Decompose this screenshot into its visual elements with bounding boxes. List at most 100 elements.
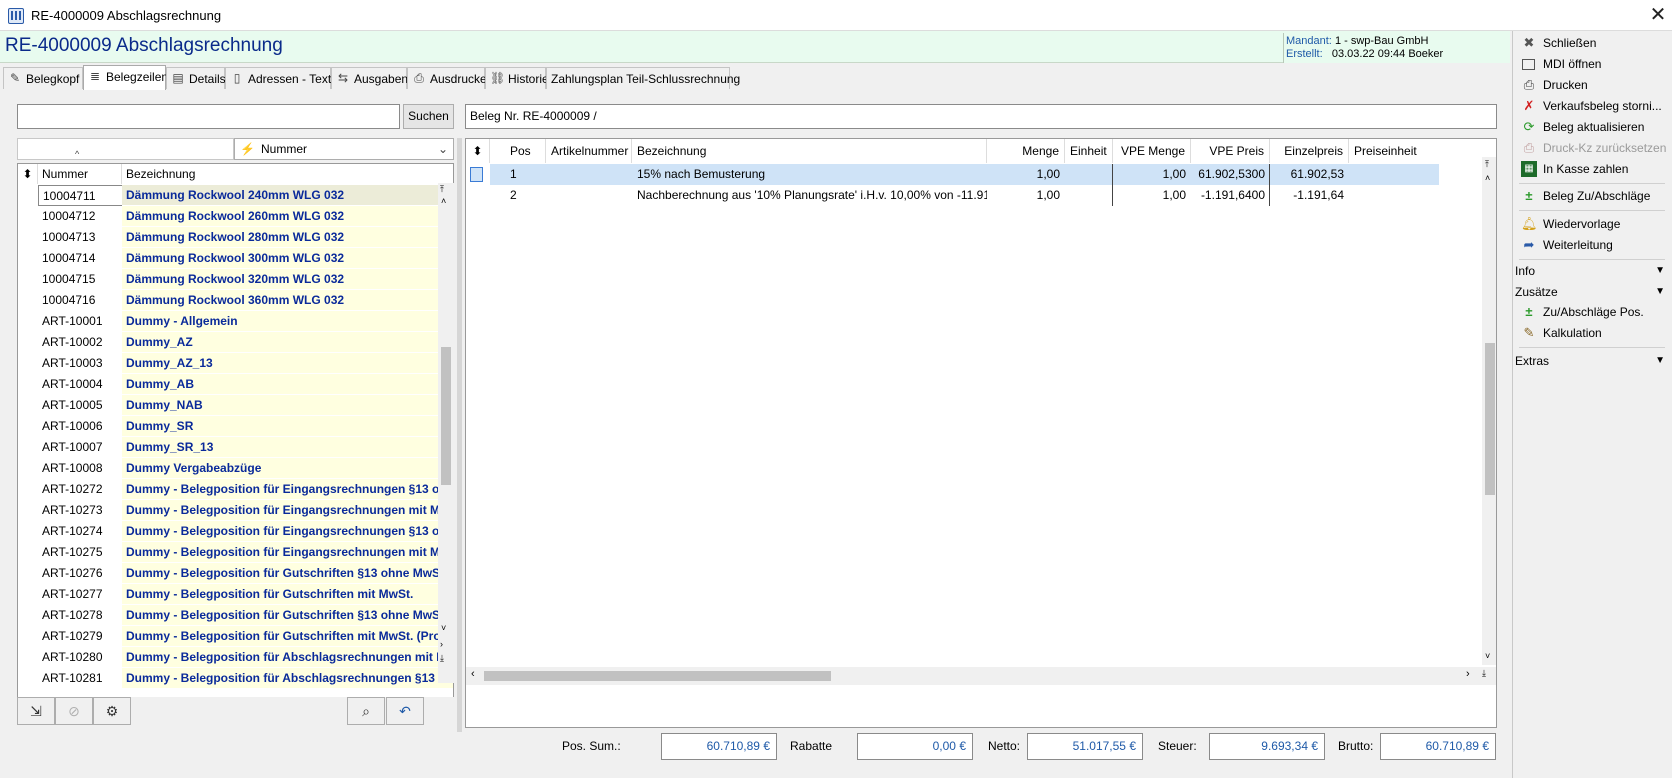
list-item[interactable]: 10004714 Dämmung Rockwool 300mm WLG 032 (18, 248, 453, 269)
mdi-open-button[interactable]: MDI öffnen (1521, 54, 1601, 74)
print-button[interactable]: ⎙ Drucken (1521, 75, 1588, 95)
tab-adressen-texte[interactable]: ▯ Adressen - Texte (225, 67, 338, 89)
article-description: Dummy_SR (122, 416, 453, 437)
list-item[interactable]: ART-10001 Dummy - Allgemein (18, 311, 453, 332)
scroll-up-icon[interactable]: ˄ (1485, 173, 1490, 183)
section-extras[interactable]: Extras ▼ (1515, 351, 1665, 371)
scroll-up-icon[interactable]: ˄ (441, 196, 446, 206)
list-item[interactable]: ART-10277 Dummy - Belegposition für Gutsc… (18, 584, 453, 605)
list-item[interactable]: ART-10275 Dummy - Belegposition für Einga… (18, 542, 453, 563)
list-item[interactable]: ART-10280 Dummy - Belegposition für Absch… (18, 647, 453, 668)
cell-vpe-menge: 1,00 (1162, 188, 1186, 202)
sidebar-item-label: Weiterleitung (1543, 238, 1613, 252)
scroll-bottom-icon[interactable]: ⤓ (440, 653, 444, 664)
tab-details[interactable]: ▤ Details (166, 67, 226, 89)
list-item[interactable]: 10004715 Dämmung Rockwool 320mm WLG 032 (18, 269, 453, 290)
list-item[interactable]: ART-10273 Dummy - Belegposition für Einga… (18, 500, 453, 521)
column-header-einzelpreis[interactable]: Einzelpreis (1270, 139, 1349, 163)
scroll-right-icon[interactable]: › (440, 639, 443, 649)
cancel-sale-button[interactable]: ✗ Verkaufsbeleg storni... (1521, 96, 1662, 116)
pane-splitter[interactable] (457, 138, 462, 732)
tab-belegkopf[interactable]: ✎ Belegkopf (3, 67, 83, 89)
forwarding-button[interactable]: ➦ Weiterleitung (1521, 235, 1613, 255)
resubmission-button[interactable]: 🔔︎ Wiedervorlage (1521, 214, 1620, 234)
positions-vertical-scrollbar[interactable]: ⤒ ˄ ˅ (1482, 157, 1496, 665)
column-header-vpe-menge[interactable]: VPE Menge (1113, 139, 1191, 163)
scroll-bottom-icon[interactable]: ⤓ (1482, 668, 1486, 679)
list-item[interactable]: ART-10008 Dummy Vergabeabzüge (18, 458, 453, 479)
column-header-preiseinheit[interactable]: Preiseinheit (1349, 139, 1439, 163)
sidebar-item-label: Drucken (1543, 78, 1588, 92)
search-button[interactable]: Suchen (403, 104, 454, 129)
list-item[interactable]: ART-10002 Dummy_AZ (18, 332, 453, 353)
reset-print-flag-button[interactable]: ⎙ Druck-Kz zurücksetzen (1521, 138, 1667, 158)
column-header-menge[interactable]: Menge (987, 139, 1065, 163)
article-description: Dummy_SR_13 (122, 437, 453, 458)
cell-menge: 1,00 (1036, 188, 1060, 202)
refresh-document-button[interactable]: ⟳ Beleg aktualisieren (1521, 117, 1645, 137)
column-header-pos[interactable]: Pos (505, 139, 546, 163)
row-selector[interactable] (466, 164, 490, 185)
list-item[interactable]: ART-10274 Dummy - Belegposition für Einga… (18, 521, 453, 542)
document-surcharges-button[interactable]: ± Beleg Zu/Abschläge (1521, 186, 1650, 206)
list-item[interactable]: ART-10006 Dummy_SR (18, 416, 453, 437)
section-info[interactable]: Info ▼ (1515, 261, 1665, 281)
scroll-thumb[interactable] (441, 347, 451, 485)
tab-zahlungsplan[interactable]: Zahlungsplan Teil-Schlussrechnung (546, 67, 740, 89)
list-item[interactable]: ART-10276 Dummy - Belegposition für Gutsc… (18, 563, 453, 584)
row-height-handle-icon[interactable]: ⬍ (18, 164, 38, 184)
close-action-button[interactable]: ✖ Schließen (1521, 33, 1597, 53)
tab-ausdrucke[interactable]: ⎙ Ausdrucke (407, 67, 487, 89)
magnifier-icon[interactable]: ⌕ (347, 697, 385, 725)
tab-ausgaben[interactable]: ⇆ Ausgaben (331, 67, 408, 89)
list-item[interactable]: 10004713 Dämmung Rockwool 280mm WLG 032 (18, 227, 453, 248)
search-input[interactable] (17, 104, 400, 129)
scroll-thumb[interactable] (484, 671, 831, 681)
column-header-vpe-preis[interactable]: VPE Preis (1191, 139, 1270, 163)
list-item[interactable]: ART-10003 Dummy_AZ_13 (18, 353, 453, 374)
tab-historie[interactable]: ⛓ Historie (485, 67, 549, 89)
window-close-button[interactable]: ✕ (1646, 3, 1670, 27)
article-description: Dummy Vergabeabzüge (122, 458, 453, 479)
sidebar-item-label: Schließen (1543, 36, 1597, 50)
positions-horizontal-scrollbar[interactable]: ‹ › ⤓ (466, 667, 1496, 685)
position-surcharges-button[interactable]: ± Zu/Abschläge Pos. (1521, 302, 1643, 322)
attach-icon[interactable]: ⊘ (55, 697, 93, 725)
column-header-nummer[interactable]: Nummer (38, 164, 122, 184)
column-header-artikelnummer[interactable]: Artikelnummer (546, 139, 632, 163)
list-item[interactable]: ART-10281 Dummy - Belegposition für Absch… (18, 668, 453, 689)
cancel-icon: ✗ (1523, 98, 1535, 113)
tab-belegzeilen[interactable]: ≣ Belegzeilen (83, 65, 168, 90)
list-item[interactable]: 10004712 Dämmung Rockwool 260mm WLG 032 (18, 206, 453, 227)
beleg-number-field[interactable]: Beleg Nr. RE-4000009 / (465, 104, 1497, 129)
scroll-right-icon[interactable]: › (1466, 668, 1470, 680)
column-header-einheit[interactable]: Einheit (1065, 139, 1113, 163)
settings-icon[interactable]: ⚙ (93, 697, 131, 725)
vertical-scrollbar[interactable]: ⤒ ˄ ˅ › ⤓ (438, 183, 454, 683)
column-header-bezeichnung[interactable]: Bezeichnung (632, 139, 987, 163)
undo-icon[interactable]: ↶ (386, 697, 424, 725)
list-item[interactable]: ART-10005 Dummy_NAB (18, 395, 453, 416)
calculation-button[interactable]: ✎ Kalkulation (1521, 323, 1602, 343)
scroll-down-icon[interactable]: ˅ (1485, 651, 1490, 661)
list-item[interactable]: ART-10004 Dummy_AB (18, 374, 453, 395)
row-height-handle-icon[interactable]: ⬍ (466, 139, 490, 163)
scroll-down-icon[interactable]: ˅ (441, 623, 446, 633)
insert-article-icon[interactable]: ⇲ (17, 697, 55, 725)
list-item[interactable]: 10004711 Dämmung Rockwool 240mm WLG 032 (18, 185, 453, 206)
list-item[interactable]: ART-10278 Dummy - Belegposition für Gutsc… (18, 605, 453, 626)
list-item[interactable]: 10004716 Dämmung Rockwool 360mm WLG 032 (18, 290, 453, 311)
scroll-thumb[interactable] (1485, 343, 1495, 495)
sort-field-select[interactable]: ⚡ Nummer ⌄ (234, 138, 454, 160)
section-zusaetze[interactable]: Zusätze ▼ (1515, 282, 1665, 302)
pay-at-register-button[interactable]: ▦ In Kasse zahlen (1521, 159, 1628, 179)
column-header-bezeichnung[interactable]: Bezeichnung (122, 164, 453, 184)
list-item[interactable]: ART-10272 Dummy - Belegposition für Einga… (18, 479, 453, 500)
scroll-top-icon[interactable]: ⤒ (1485, 159, 1489, 170)
list-item[interactable]: ART-10279 Dummy - Belegposition für Gutsc… (18, 626, 453, 647)
cell-einzelpreis: -1.191,64 (1293, 188, 1344, 202)
scroll-left-icon[interactable]: ‹ (471, 668, 475, 680)
scroll-top-icon[interactable]: ⤒ (440, 183, 444, 195)
list-item[interactable]: ART-10007 Dummy_SR_13 (18, 437, 453, 458)
article-description: Dämmung Rockwool 260mm WLG 032 (122, 206, 453, 227)
